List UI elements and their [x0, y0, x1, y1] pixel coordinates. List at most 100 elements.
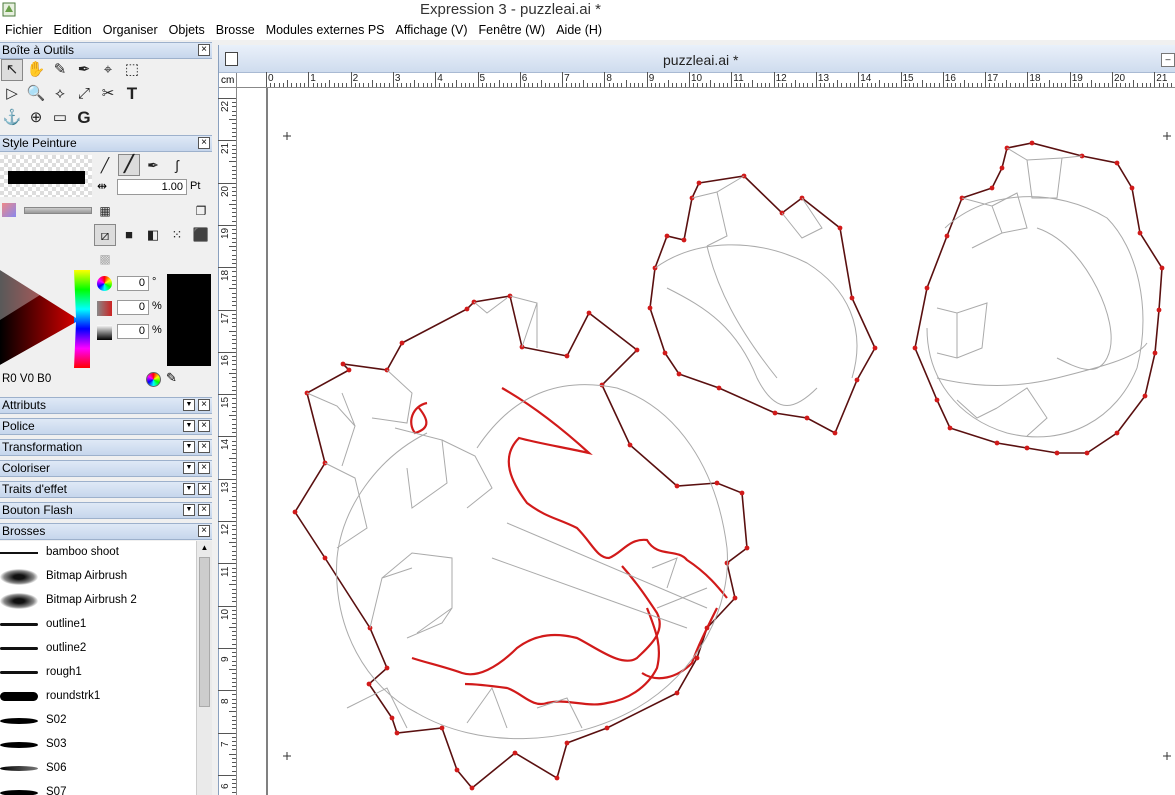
brush-item[interactable]: roundstrk1	[0, 685, 196, 709]
hand-icon[interactable]: ✋	[25, 59, 47, 81]
ruler-tick	[773, 72, 775, 87]
panel-police[interactable]: Police ▼ ×	[0, 418, 212, 435]
ruler-tick	[714, 83, 716, 87]
menu-aide[interactable]: Aide (H)	[551, 23, 608, 37]
dropdown-icon[interactable]: ▼	[183, 441, 195, 453]
brush-scrollbar[interactable]: ▲	[196, 541, 212, 795]
line-style-thick-icon[interactable]: ╱	[118, 154, 140, 176]
menu-fenetre[interactable]: Fenêtre (W)	[474, 23, 552, 37]
menu-fichier[interactable]: Fichier	[0, 23, 49, 37]
menu-edition[interactable]: Edition	[49, 23, 98, 37]
swap-fill-icon[interactable]: ⬛	[190, 224, 212, 246]
dropdown-icon[interactable]: ▼	[183, 420, 195, 432]
transform-icon[interactable]: ⤢	[73, 83, 95, 105]
minimize-button[interactable]: –	[1161, 53, 1175, 67]
brush-icon[interactable]: ✎	[49, 59, 71, 81]
scroll-thumb[interactable]	[199, 557, 210, 707]
ruler-tick	[718, 83, 720, 87]
close-icon[interactable]: ×	[198, 483, 210, 495]
panel-bouton-flash[interactable]: Bouton Flash ▼ ×	[0, 502, 212, 519]
direct-select-icon[interactable]: ▷	[1, 83, 23, 105]
brush-item[interactable]: S06	[0, 757, 196, 781]
close-icon[interactable]: ×	[198, 462, 210, 474]
brush-item[interactable]: bamboo shoot	[0, 541, 196, 565]
gradient-icon[interactable]	[2, 203, 16, 217]
brush-item[interactable]: S02	[0, 709, 196, 733]
panel-traits-d-effet[interactable]: Traits d'effet ▼ ×	[0, 481, 212, 498]
close-icon[interactable]: ×	[198, 441, 210, 453]
pattern-fill-icon[interactable]: ⁙	[166, 224, 188, 246]
eyedropper-icon[interactable]: ✎	[166, 370, 177, 386]
brush-item[interactable]: Bitmap Airbrush	[0, 565, 196, 589]
panel-transformation[interactable]: Transformation ▼ ×	[0, 439, 212, 456]
close-icon[interactable]: ×	[198, 420, 210, 432]
line-style-thin-icon[interactable]: ╱	[94, 154, 116, 176]
gradient-fill-icon[interactable]: ◧	[142, 224, 164, 246]
luminosity-field[interactable]: 0	[117, 324, 149, 339]
ruler-tick	[232, 495, 236, 497]
rotate-icon[interactable]: G	[73, 107, 95, 129]
brush-item[interactable]: outline1	[0, 613, 196, 637]
ruler-tick-label: 8	[220, 698, 231, 705]
dropdown-icon[interactable]: ▼	[183, 462, 195, 474]
brush-item[interactable]: S03	[0, 733, 196, 757]
horizontal-ruler[interactable]: 0 1 2 3 4 5 6 7 8 9 10 11 12 13 14 15 16 17 18 19 20 21	[237, 72, 1175, 88]
scissors-icon[interactable]: ✂	[97, 83, 119, 105]
ruler-tick	[308, 72, 310, 87]
magnifier-plus-icon[interactable]: ⊕	[25, 107, 47, 129]
color-picker-icon[interactable]	[146, 372, 161, 387]
path-node	[674, 483, 680, 489]
menu-brosse[interactable]: Brosse	[211, 23, 261, 37]
ruler-tick	[689, 72, 690, 87]
close-icon[interactable]: ×	[198, 399, 210, 411]
ruler-tick	[232, 216, 236, 218]
brush-item[interactable]: rough1	[0, 661, 196, 685]
brush-item[interactable]: S07	[0, 781, 196, 795]
solid-fill-icon[interactable]: ■	[118, 224, 140, 246]
menu-organiser[interactable]: Organiser	[98, 23, 164, 37]
selection-arrow-icon[interactable]: ↖	[1, 59, 23, 81]
pen-nib-icon[interactable]: ✒	[142, 154, 164, 176]
dropdown-icon[interactable]: ▼	[183, 399, 195, 411]
ruler-tick	[638, 83, 640, 87]
vertical-ruler[interactable]: 22 21 20 19 18 17 16 15 14 13 12 11 10 9 8 7 6	[218, 88, 237, 795]
panel-coloriser[interactable]: Coloriser ▼ ×	[0, 460, 212, 477]
stroke-width-field[interactable]: 1.00	[117, 179, 187, 195]
marquee-icon[interactable]: ⬚	[121, 59, 143, 81]
ruler-unit[interactable]: cm	[219, 73, 237, 88]
calligraphy-icon[interactable]: ʃ	[166, 154, 188, 176]
layers-icon[interactable]: ❐	[190, 200, 212, 222]
ruler-tick	[422, 83, 424, 87]
ruler-tick	[756, 83, 758, 87]
brush-item[interactable]: outline2	[0, 637, 196, 661]
menu-objets[interactable]: Objets	[164, 23, 211, 37]
close-icon[interactable]: ×	[198, 137, 210, 149]
node-edit-icon[interactable]: ⟡	[49, 83, 71, 105]
texture-icon[interactable]: ▦	[94, 200, 116, 222]
zoom-icon[interactable]: 🔍	[25, 83, 47, 105]
dropdown-icon[interactable]: ▼	[183, 504, 195, 516]
stroke-unit[interactable]: Pt	[190, 180, 200, 192]
close-icon[interactable]: ×	[198, 525, 210, 537]
menu-modules-externes[interactable]: Modules externes PS	[261, 23, 391, 37]
saturation-field[interactable]: 0	[117, 300, 149, 315]
color-triangle[interactable]	[0, 270, 92, 368]
gradient-slider[interactable]	[24, 207, 92, 214]
hue-wheel-icon[interactable]	[97, 276, 112, 291]
scroll-up-icon[interactable]: ▲	[197, 541, 212, 555]
close-icon[interactable]: ×	[198, 504, 210, 516]
anchor-icon[interactable]: ⚓	[1, 107, 23, 129]
close-icon[interactable]: ×	[198, 44, 210, 56]
panel-attributs[interactable]: Attributs ▼ ×	[0, 397, 212, 414]
dropdown-icon[interactable]: ▼	[183, 483, 195, 495]
fill-texture-icon[interactable]: ▩	[94, 248, 116, 270]
add-node-icon[interactable]: ⌖	[97, 59, 119, 81]
text-icon[interactable]: T	[121, 83, 143, 105]
menu-affichage[interactable]: Affichage (V)	[391, 23, 474, 37]
rectangle-icon[interactable]: ▭	[49, 107, 71, 129]
drawing-canvas[interactable]	[237, 88, 1175, 795]
hue-field[interactable]: 0	[117, 276, 149, 291]
brush-item[interactable]: Bitmap Airbrush 2	[0, 589, 196, 613]
no-fill-icon[interactable]: ⧄	[94, 224, 116, 246]
pen-icon[interactable]: ✒	[73, 59, 95, 81]
